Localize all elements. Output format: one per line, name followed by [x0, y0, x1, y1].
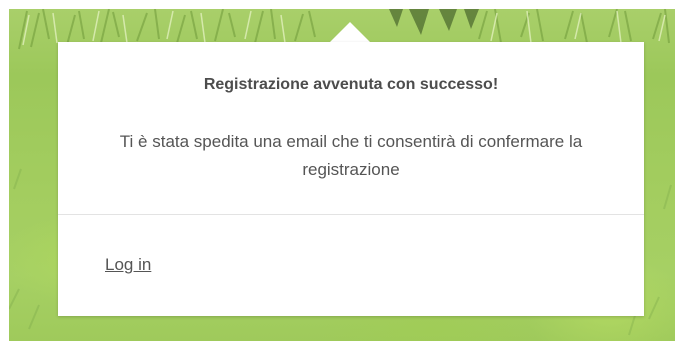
dialog-message-section: Registrazione avvenuta con successo! Ti … [58, 42, 644, 214]
registration-success-dialog: Registrazione avvenuta con successo! Ti … [58, 42, 644, 316]
card-pointer-arrow [330, 22, 370, 42]
dialog-divider [58, 214, 644, 215]
dialog-title: Registrazione avvenuta con successo! [203, 76, 499, 93]
login-link[interactable]: Log in [105, 255, 151, 275]
page: Registrazione avvenuta con successo! Ti … [0, 0, 684, 349]
dialog-message: Ti è stata spedita una email che ti cons… [119, 132, 583, 179]
